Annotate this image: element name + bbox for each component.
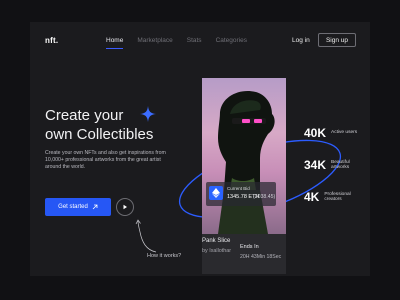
current-bid-label: Current Bid — [227, 186, 250, 191]
arrow-up-right-icon — [92, 204, 98, 210]
stat-active-users: 40K Active users — [304, 126, 370, 140]
stat-value: 34K — [304, 158, 327, 172]
nav-link-marketplace[interactable]: Marketplace — [137, 37, 172, 44]
play-icon — [123, 204, 127, 210]
sketch-arrow-icon — [135, 219, 157, 253]
ethereum-icon — [209, 186, 223, 200]
nav-link-stats[interactable]: Stats — [187, 37, 202, 44]
signup-button[interactable]: Sign up — [318, 33, 356, 47]
stat-label: Beautiful artworks — [331, 159, 350, 171]
current-bid-box: Current Bid 1345.78 ETH (2038.45) — [206, 182, 276, 206]
nav-link-categories[interactable]: Categories — [216, 37, 247, 44]
sparkle-icon — [140, 106, 156, 122]
stat-creators: 4K Professional creators — [304, 190, 370, 204]
current-bid-usd: (2038.45) — [253, 194, 276, 200]
nft-card[interactable]: Current Bid 1345.78 ETH (2038.45) Pank S… — [202, 78, 286, 274]
login-link[interactable]: Log in — [292, 37, 310, 44]
stat-value: 40K — [304, 126, 327, 140]
ape-artwork-image — [218, 90, 275, 234]
get-started-button[interactable]: Get started — [45, 198, 111, 216]
ends-in-label: Ends In — [240, 244, 259, 250]
top-nav: nft. Home Marketplace Stats Categories L… — [30, 22, 370, 62]
ends-in-time: 20H 43Min 18Sec — [240, 254, 282, 260]
logo[interactable]: nft. — [45, 36, 58, 45]
nav-link-home[interactable]: Home — [106, 37, 124, 49]
nft-author: by Ixallothar — [202, 248, 232, 254]
landing-page: nft. Home Marketplace Stats Categories L… — [30, 22, 370, 276]
get-started-label: Get started — [58, 204, 88, 210]
hero-description: Create your own NFTs and also get inspir… — [45, 150, 166, 170]
stat-label: Professional creators — [324, 191, 351, 203]
stat-value: 4K — [304, 190, 320, 204]
nft-artwork: Current Bid 1345.78 ETH (2038.45) — [202, 78, 286, 234]
nft-name: Pank Slice — [202, 238, 231, 244]
stat-label: Active users — [331, 130, 358, 136]
stat-artworks: 34K Beautiful artworks — [304, 158, 370, 172]
nav-links: Home Marketplace Stats Categories — [106, 37, 247, 49]
play-button[interactable] — [116, 198, 134, 216]
